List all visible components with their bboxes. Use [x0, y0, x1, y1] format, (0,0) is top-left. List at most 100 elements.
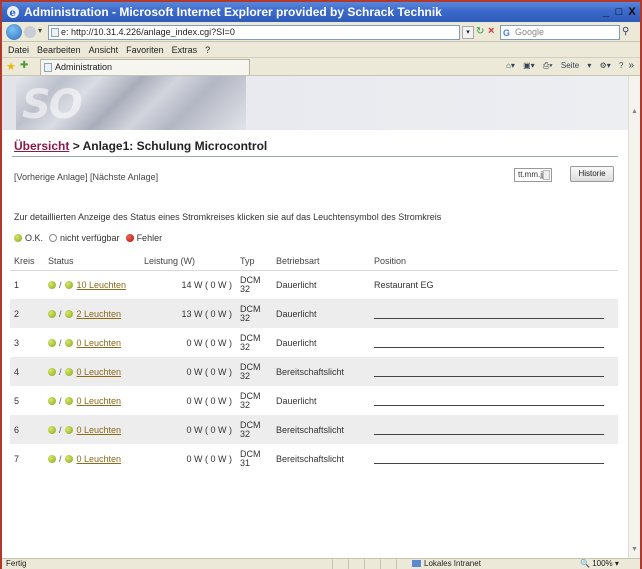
menu-bar: Datei Bearbeiten Ansicht Favoriten Extra…: [2, 42, 640, 58]
feeds-icon[interactable]: ▣▾: [523, 61, 535, 70]
historie-button[interactable]: Historie: [570, 166, 614, 182]
status-segment: [380, 559, 394, 569]
leuchten-link[interactable]: 10 Leuchten: [77, 280, 127, 290]
position-cell: [370, 357, 618, 386]
legend-ok-label: O.K.: [25, 233, 44, 243]
window-controls: _ □ X: [600, 5, 638, 19]
status-cell: /0 Leuchten: [44, 415, 140, 444]
scroll-up-icon[interactable]: ▲: [630, 108, 639, 116]
page-menu-label: Seite: [560, 61, 580, 70]
lamp-status-icon[interactable]: [64, 455, 73, 464]
url-text: e: http://10.31.4.226/anlage_index.cgi?S…: [61, 27, 235, 37]
header-kreis: Kreis: [10, 252, 44, 271]
menu-help[interactable]: ?: [201, 42, 214, 57]
position-input[interactable]: [374, 425, 604, 435]
leuchten-link[interactable]: 0 Leuchten: [77, 338, 122, 348]
table-row: 6 /0 Leuchten 0 W ( 0 W ) DCM 32 Bereitsc…: [10, 415, 618, 444]
header-position: Position: [370, 252, 618, 271]
position-input[interactable]: [374, 454, 604, 464]
leuchten-link[interactable]: 0 Leuchten: [77, 425, 122, 435]
header-typ: Typ: [236, 252, 272, 271]
favorites-star-icon[interactable]: ★: [6, 60, 16, 73]
zoom-level[interactable]: 🔍 100% ▾: [580, 559, 619, 569]
breadcrumb-overview-link[interactable]: Übersicht: [14, 139, 69, 153]
history-dropdown-icon[interactable]: ▾: [38, 26, 42, 35]
betriebsart-cell: Bereitschaftslicht: [276, 453, 345, 464]
help-icon[interactable]: ?: [619, 61, 623, 70]
betriebsart-cell: Bereitschaftslicht: [272, 357, 370, 386]
lamp-status-icon[interactable]: [64, 426, 73, 435]
kreis-cell: 4: [10, 357, 44, 386]
menu-favoriten[interactable]: Favoriten: [122, 42, 168, 57]
lamp-status-icon[interactable]: [64, 310, 73, 319]
menu-ansicht[interactable]: Ansicht: [85, 42, 123, 57]
lamp-status-icon[interactable]: [64, 397, 73, 406]
stop-icon[interactable]: ×: [488, 25, 494, 37]
typ-cell: DCM 31: [236, 444, 272, 473]
betriebsart-cell: Dauerlicht: [276, 337, 317, 348]
typ-cell: DCM 32: [236, 328, 272, 357]
position-cell: [370, 328, 618, 357]
position-input[interactable]: [374, 367, 604, 377]
betriebsart-cell: Dauerlicht: [276, 279, 317, 290]
ok-status-icon: [48, 310, 56, 319]
url-dropdown-button[interactable]: ▾: [462, 26, 474, 39]
page-menu[interactable]: Seite ▾: [561, 61, 591, 70]
table-header-row: Kreis Status Leistung (W) Typ Betriebsar…: [10, 252, 618, 271]
position-input[interactable]: [374, 396, 604, 406]
status-cell: /10 Leuchten: [44, 270, 140, 299]
maximize-button[interactable]: □: [613, 5, 625, 19]
typ-cell: DCM 32: [236, 415, 272, 444]
refresh-icon[interactable]: ↻: [476, 26, 484, 37]
leuchten-link[interactable]: 0 Leuchten: [77, 454, 122, 464]
leuchten-link[interactable]: 0 Leuchten: [77, 396, 122, 406]
date-picker-icon[interactable]: [543, 170, 550, 180]
lamp-status-icon[interactable]: [64, 368, 73, 377]
security-zone: Lokales Intranet: [412, 559, 481, 569]
ok-status-icon: [48, 455, 56, 464]
search-icon[interactable]: ⚲: [622, 26, 629, 37]
leistung-cell: 0 W ( 0 W ): [186, 395, 233, 406]
kreis-cell: 1: [14, 279, 20, 290]
scroll-down-icon[interactable]: ▼: [630, 546, 639, 554]
header-status: Status: [44, 252, 140, 271]
menu-datei[interactable]: Datei: [4, 42, 33, 57]
position-input[interactable]: [374, 309, 604, 319]
typ-line-2: 32: [240, 341, 251, 352]
table-row: 1 /10 Leuchten 14 W ( 0 W ) DCM 32 Dauerl…: [10, 270, 618, 299]
tools-icon[interactable]: ⚙▾: [600, 61, 611, 70]
position-input[interactable]: [374, 338, 604, 348]
leistung-cell: 0 W ( 0 W ): [186, 337, 233, 348]
toolbar-overflow-icon[interactable]: »: [628, 60, 634, 71]
status-segment: [332, 559, 346, 569]
minimize-button[interactable]: _: [600, 5, 612, 19]
prev-next-links[interactable]: [Vorherige Anlage] [Nächste Anlage]: [14, 172, 158, 182]
menu-extras[interactable]: Extras: [168, 42, 202, 57]
url-input[interactable]: e: http://10.31.4.226/anlage_index.cgi?S…: [48, 25, 460, 40]
typ-cell: DCM 32: [236, 299, 272, 328]
zoom-value: 100%: [592, 559, 613, 568]
menu-bearbeiten[interactable]: Bearbeiten: [33, 42, 85, 57]
leuchten-link[interactable]: 2 Leuchten: [77, 309, 122, 319]
close-button[interactable]: X: [626, 5, 638, 19]
status-cell: /2 Leuchten: [44, 299, 140, 328]
status-cell: /0 Leuchten: [44, 444, 140, 473]
print-icon[interactable]: ⎙▾: [543, 61, 553, 70]
betriebsart-cell: Bereitschaftslicht: [272, 415, 370, 444]
google-icon: G: [503, 28, 511, 38]
leuchten-link[interactable]: 0 Leuchten: [77, 367, 122, 377]
home-icon[interactable]: ⌂▾: [506, 61, 515, 70]
back-button[interactable]: [6, 24, 22, 40]
forward-button[interactable]: [24, 26, 36, 38]
status-cell: /0 Leuchten: [44, 357, 140, 386]
title-bar: e Administration - Microsoft Internet Ex…: [2, 2, 640, 22]
add-favorite-icon[interactable]: ✚: [20, 60, 28, 71]
date-field[interactable]: tt.mm.jj: [514, 168, 552, 182]
vertical-scrollbar[interactable]: ▲ ▼: [628, 76, 640, 558]
kreis-cell: 6: [10, 415, 44, 444]
lamp-status-icon[interactable]: [64, 281, 73, 290]
lamp-status-icon[interactable]: [64, 339, 73, 348]
browser-window: e Administration - Microsoft Internet Ex…: [0, 0, 642, 569]
search-input[interactable]: G Google: [500, 25, 620, 40]
tab-administration[interactable]: Administration: [40, 59, 250, 75]
